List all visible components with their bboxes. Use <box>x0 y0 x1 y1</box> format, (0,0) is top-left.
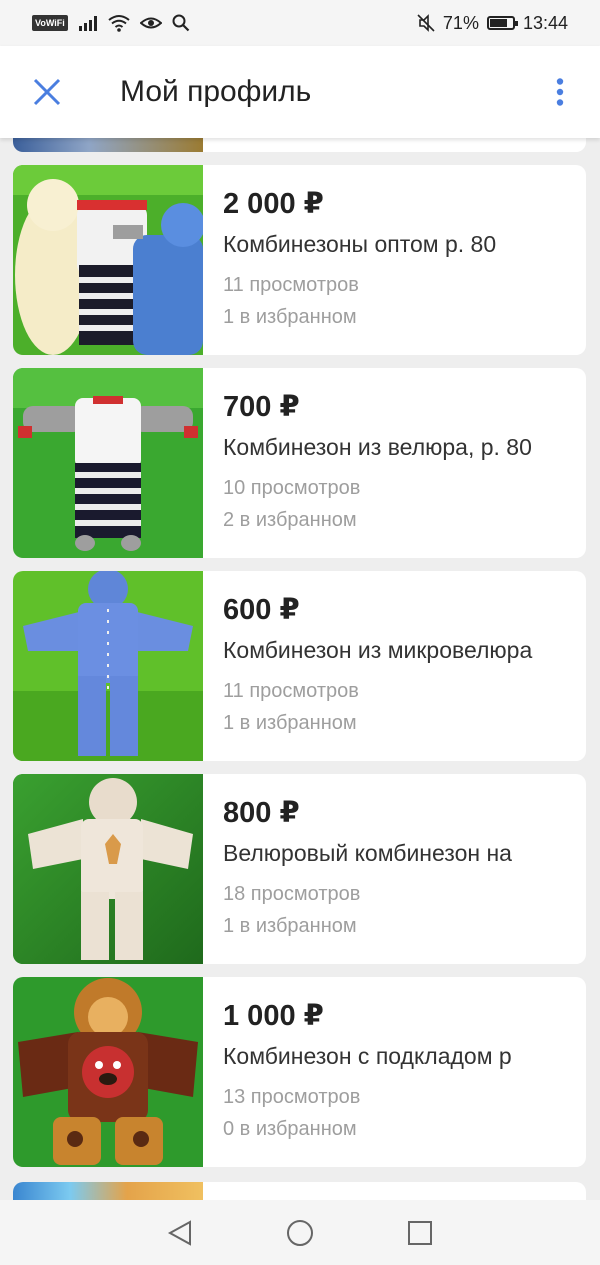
list-item[interactable]: 600 ₽ Комбинезон из микровелюра 11 просм… <box>13 571 586 761</box>
romper-photo <box>13 571 203 761</box>
back-triangle-icon <box>167 1219 191 1246</box>
list-item[interactable]: 2 000 ₽ Комбинезоны оптом р. 80 11 просм… <box>13 165 586 355</box>
listing-info: 2 000 ₽ Комбинезоны оптом р. 80 11 просм… <box>203 165 586 355</box>
listing-info: 600 ₽ Комбинезон из микровелюра 11 просм… <box>203 571 586 761</box>
close-icon <box>33 78 61 106</box>
listing-title: Комбинезон из велюра, р. 80 <box>223 434 532 460</box>
listing-views: 10 просмотров <box>223 477 361 499</box>
page-title: Мой профиль <box>120 75 312 108</box>
rompers-photo <box>13 165 203 355</box>
system-nav-bar <box>0 1200 600 1265</box>
listing-thumbnail <box>13 165 203 355</box>
more-vertical-icon <box>556 78 564 106</box>
listing-thumbnail <box>13 368 203 558</box>
listing-views: 18 просмотров <box>223 883 361 905</box>
listing-info: 700 ₽ Комбинезон из велюра, р. 80 10 про… <box>203 368 586 558</box>
romper-photo <box>13 368 203 558</box>
listing-info: 1 000 ₽ Комбинезон с подкладом р 13 прос… <box>203 977 586 1167</box>
search-icon <box>172 14 190 32</box>
status-left: VoWiFi <box>32 14 190 32</box>
listing-title: Велюровый комбинезон на <box>223 840 512 866</box>
listing-price: 700 ₽ <box>223 391 300 423</box>
recents-button[interactable] <box>390 1203 450 1263</box>
listing-thumbnail <box>13 571 203 761</box>
list-item[interactable]: 700 ₽ Комбинезон из велюра, р. 80 10 про… <box>13 368 586 558</box>
more-options-button[interactable] <box>520 46 600 138</box>
listing-price: 600 ₽ <box>223 594 300 626</box>
list-item-partial-top[interactable] <box>13 138 586 152</box>
listing-thumbnail <box>13 774 203 964</box>
list-item-partial-bottom[interactable] <box>13 1182 586 1200</box>
app-bar: Мой профиль <box>0 46 600 138</box>
status-bar: VoWiFi 71% 13:44 <box>0 0 600 46</box>
eye-icon <box>139 17 162 29</box>
status-right: 71% 13:44 <box>417 13 568 34</box>
listing-price: 1 000 ₽ <box>223 1000 324 1032</box>
listing-price: 2 000 ₽ <box>223 188 324 220</box>
listing-title: Комбинезон с подкладом р <box>223 1043 512 1069</box>
bear-romper-photo <box>13 977 203 1167</box>
listing-favorites: 1 в избранном <box>223 306 357 328</box>
recents-square-icon <box>408 1220 432 1245</box>
listing-favorites: 2 в избранном <box>223 509 357 531</box>
battery-percent: 71% <box>442 12 479 33</box>
vowifi-badge: VoWiFi <box>32 15 68 31</box>
listing-thumbnail <box>13 977 203 1167</box>
listing-thumbnail <box>13 138 203 152</box>
mute-icon <box>417 14 435 32</box>
romper-photo <box>13 774 203 964</box>
listings-list[interactable]: 2 000 ₽ Комбинезоны оптом р. 80 11 просм… <box>0 138 600 1200</box>
listing-info: 800 ₽ Велюровый комбинезон на 18 просмот… <box>203 774 586 964</box>
listing-views: 13 просмотров <box>223 1086 361 1108</box>
listing-price: 800 ₽ <box>223 797 300 829</box>
home-button[interactable] <box>270 1203 330 1263</box>
listing-title: Комбинезон из микровелюра <box>223 637 533 663</box>
clock: 13:44 <box>522 12 568 33</box>
listing-favorites: 0 в избранном <box>223 1118 357 1140</box>
home-circle-icon <box>287 1219 313 1246</box>
back-button[interactable] <box>150 1203 210 1263</box>
signal-icon <box>78 16 97 31</box>
wifi-icon <box>108 15 130 32</box>
listing-views: 11 просмотров <box>223 274 359 296</box>
list-item[interactable]: 1 000 ₽ Комбинезон с подкладом р 13 прос… <box>13 977 586 1167</box>
listing-favorites: 1 в избранном <box>223 712 357 734</box>
list-item[interactable]: 800 ₽ Велюровый комбинезон на 18 просмот… <box>13 774 586 964</box>
battery-icon <box>486 16 518 30</box>
listing-title: Комбинезоны оптом р. 80 <box>223 231 497 257</box>
close-button[interactable] <box>0 46 94 138</box>
listing-thumbnail <box>13 1182 203 1200</box>
listing-views: 11 просмотров <box>223 680 359 702</box>
listing-favorites: 1 в избранном <box>223 915 357 937</box>
